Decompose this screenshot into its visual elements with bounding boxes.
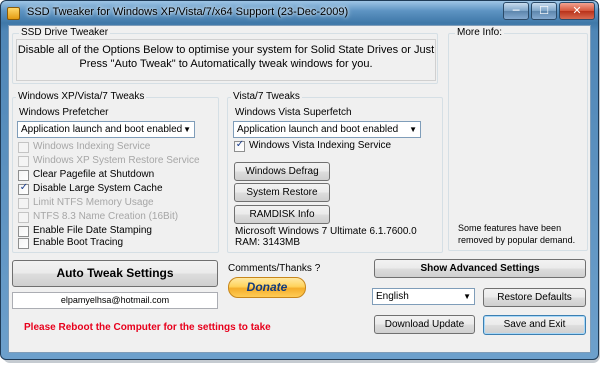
superfetch-select[interactable]: Application launch and boot enabled ▼ [233, 121, 421, 138]
prefetcher-label: Windows Prefetcher [19, 107, 109, 118]
checkbox-indexing-service[interactable] [18, 142, 29, 153]
description-box: Disable all of the Options Below to opti… [16, 39, 436, 81]
checkbox-limit-ntfs-memory[interactable] [18, 198, 29, 209]
checkbox-ntfs-83-name[interactable] [18, 212, 29, 223]
option-label: Limit NTFS Memory Usage [33, 197, 154, 208]
window-title: SSD Tweaker for Windows XP/Vista/7/x64 S… [27, 6, 349, 18]
option-label: Enable Boot Tracing [33, 237, 124, 248]
comments-label: Comments/Thanks ? [228, 263, 321, 274]
superfetch-label: Windows Vista Superfetch [235, 107, 352, 118]
close-button[interactable]: ✕ [559, 2, 595, 20]
chevron-down-icon: ▼ [463, 292, 471, 301]
group-title: More Info: [455, 27, 505, 38]
ram-info-text: RAM: 3143MB [235, 237, 301, 248]
language-value: English [376, 291, 409, 302]
group-title: Windows XP/Vista/7 Tweaks [16, 91, 147, 102]
save-and-exit-button[interactable]: Save and Exit [483, 315, 586, 335]
system-info-text: Microsoft Windows 7 Ultimate 6.1.7600.0 [235, 226, 417, 237]
prefetcher-value: Application launch and boot enabled [21, 124, 183, 135]
title-bar[interactable]: SSD Tweaker for Windows XP/Vista/7/x64 S… [1, 1, 598, 25]
chevron-down-icon: ▼ [183, 125, 191, 134]
minimize-button[interactable]: ─ [503, 2, 529, 20]
download-update-button[interactable]: Download Update [374, 315, 475, 334]
more-info-note-line-1: Some features have been [458, 223, 562, 233]
email-field[interactable]: elpamyelhsa@hotmail.com [12, 292, 218, 309]
checkbox-file-date-stamping[interactable] [18, 226, 29, 237]
chevron-down-icon: ▼ [409, 125, 417, 134]
check-icon: ✓ [235, 139, 245, 150]
vista-indexing-label: Windows Vista Indexing Service [249, 140, 392, 151]
checkbox-boot-tracing[interactable] [18, 238, 29, 249]
restore-defaults-button[interactable]: Restore Defaults [483, 288, 586, 307]
checkbox-vista-indexing-service[interactable]: ✓ [234, 139, 245, 152]
checkbox-disable-large-system-cache[interactable]: ✓ [18, 182, 29, 195]
checkbox-xp-system-restore[interactable] [18, 156, 29, 167]
windows-defrag-button[interactable]: Windows Defrag [234, 162, 330, 181]
option-label: Windows XP System Restore Service [33, 155, 200, 166]
prefetcher-select[interactable]: Application launch and boot enabled ▼ [17, 121, 195, 138]
option-label: Enable File Date Stamping [33, 225, 152, 236]
option-label: Windows Indexing Service [33, 141, 151, 152]
auto-tweak-button[interactable]: Auto Tweak Settings [12, 260, 218, 287]
donate-button[interactable]: Donate [228, 277, 306, 298]
more-info-group: More Info: Some features have been remov… [448, 27, 588, 251]
checkbox-clear-pagefile[interactable] [18, 170, 29, 181]
check-icon: ✓ [19, 182, 29, 193]
option-label: Disable Large System Cache [33, 183, 163, 194]
superfetch-value: Application launch and boot enabled [237, 124, 399, 135]
more-info-note-line-2: removed by popular demand. [458, 235, 576, 245]
group-title: Vista/7 Tweaks [231, 91, 302, 102]
app-window: SSD Tweaker for Windows XP/Vista/7/x64 S… [0, 0, 599, 360]
option-label: NTFS 8.3 Name Creation (16Bit) [33, 211, 179, 222]
client-area: SSD Drive Tweaker Disable all of the Opt… [8, 25, 591, 353]
description-line-2: Press "Auto Tweak" to Automatically twea… [79, 58, 373, 70]
ssd-drive-tweaker-group: SSD Drive Tweaker Disable all of the Opt… [12, 27, 438, 84]
ramdisk-info-button[interactable]: RAMDISK Info [234, 205, 330, 224]
group-title: SSD Drive Tweaker [19, 27, 111, 38]
maximize-button[interactable]: ☐ [531, 2, 557, 20]
email-text: elpamyelhsa@hotmail.com [60, 295, 170, 305]
option-label: Clear Pagefile at Shutdown [33, 169, 155, 180]
description-line-1: Disable all of the Options Below to opti… [17, 44, 435, 56]
app-icon [7, 7, 20, 20]
reboot-notice: Please Reboot the Computer for the setti… [24, 322, 271, 333]
language-select[interactable]: English ▼ [372, 288, 475, 305]
system-restore-button[interactable]: System Restore [234, 183, 330, 202]
show-advanced-settings-button[interactable]: Show Advanced Settings [374, 259, 586, 278]
